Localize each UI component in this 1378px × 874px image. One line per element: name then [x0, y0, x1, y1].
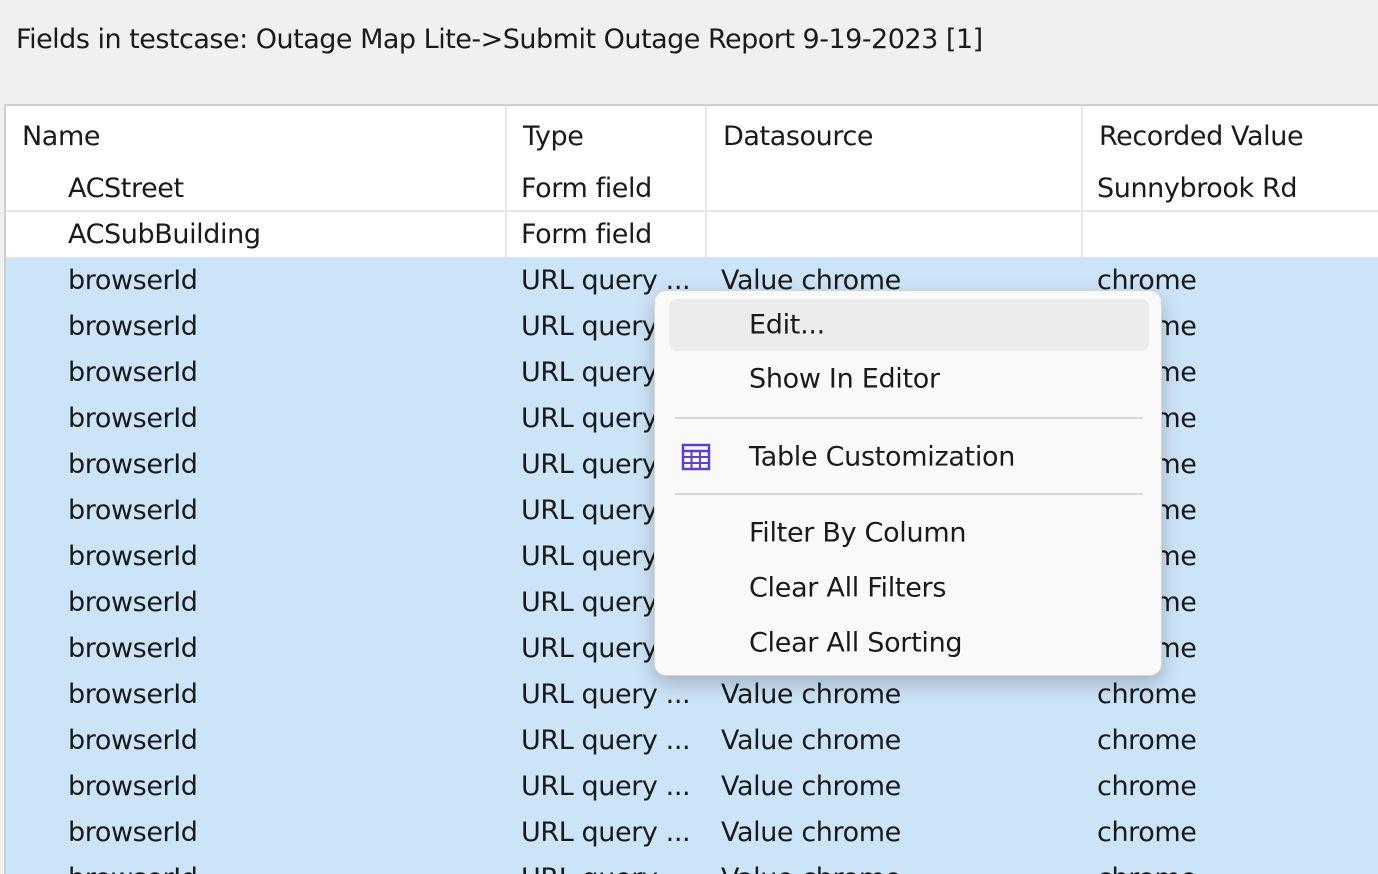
table-header-row: Name Type Datasource Recorded Value	[6, 106, 1378, 166]
column-header-name[interactable]: Name	[6, 106, 507, 166]
cell-recorded-value	[1082, 211, 1378, 258]
menu-item-table-customization[interactable]: Table Customization	[669, 431, 1149, 483]
cell-type: URL query ...	[506, 763, 707, 810]
cell-datasource: Value chrome	[706, 763, 1083, 810]
cell-name: browserId	[6, 441, 507, 488]
cell-type: Form field	[506, 211, 707, 258]
menu-item-edit[interactable]: Edit...	[669, 299, 1149, 351]
menu-item-label: Show In Editor	[749, 363, 940, 395]
cell-datasource: Value chrome	[706, 809, 1083, 856]
cell-name: browserId	[6, 763, 507, 810]
cell-type: Form field	[506, 166, 707, 212]
table-row[interactable]: ACSubBuilding Form field	[6, 211, 1378, 258]
cell-name: browserId	[6, 395, 507, 442]
cell-name: browserId	[6, 487, 507, 534]
cell-name: ACSubBuilding	[6, 211, 507, 258]
menu-item-label: Clear All Filters	[749, 572, 947, 604]
menu-item-filter-by-column[interactable]: Filter By Column	[669, 507, 1149, 559]
menu-item-label: Edit...	[749, 309, 825, 341]
cell-name: ACStreet	[6, 166, 507, 212]
cell-recorded-value: Sunnybrook Rd	[1082, 166, 1378, 212]
table-row[interactable]: browserIdURL query ...Value chromechrome	[6, 763, 1378, 810]
cell-datasource: Value chrome	[706, 717, 1083, 764]
cell-name: browserId	[6, 303, 507, 350]
cell-name: browserId	[6, 257, 507, 304]
cell-recorded-value: chrome	[1082, 717, 1378, 764]
menu-item-label: Filter By Column	[749, 517, 967, 549]
menu-item-show-in-editor[interactable]: Show In Editor	[669, 353, 1149, 405]
table-row[interactable]: browserIdURL query ...Value chromechrome	[6, 855, 1378, 874]
menu-item-label: Clear All Sorting	[749, 627, 963, 659]
table-row[interactable]: browserIdURL query ...Value chromechrome	[6, 717, 1378, 764]
menu-item-label: Table Customization	[749, 441, 1016, 473]
table-grid-icon	[681, 442, 711, 472]
cell-datasource	[706, 166, 1083, 212]
cell-datasource	[706, 211, 1083, 258]
fields-panel: Fields in testcase: Outage Map Lite->Sub…	[0, 0, 1378, 874]
table-row[interactable]: browserIdURL query ...Value chromechrome	[6, 809, 1378, 856]
cell-datasource: Value chrome	[706, 671, 1083, 718]
cell-type: URL query ...	[506, 671, 707, 718]
cell-recorded-value: chrome	[1082, 763, 1378, 810]
cell-type: URL query ...	[506, 809, 707, 856]
context-menu: Edit... Show In Editor Table Customizati…	[654, 290, 1162, 676]
cell-name: browserId	[6, 625, 507, 672]
cell-recorded-value: chrome	[1082, 809, 1378, 856]
cell-name: browserId	[6, 349, 507, 396]
cell-name: browserId	[6, 671, 507, 718]
table-row[interactable]: ACStreet Form field Sunnybrook Rd	[6, 166, 1378, 212]
menu-separator	[675, 493, 1143, 495]
column-header-type[interactable]: Type	[506, 106, 707, 166]
cell-datasource: Value chrome	[706, 855, 1083, 874]
table-row[interactable]: browserIdURL query ...Value chromechrome	[6, 671, 1378, 718]
cell-name: browserId	[6, 533, 507, 580]
cell-name: browserId	[6, 717, 507, 764]
column-header-recorded-value[interactable]: Recorded Value	[1082, 106, 1378, 166]
cell-name: browserId	[6, 579, 507, 626]
menu-separator	[675, 417, 1143, 419]
cell-name: browserId	[6, 809, 507, 856]
menu-item-clear-all-sorting[interactable]: Clear All Sorting	[669, 617, 1149, 669]
column-header-datasource[interactable]: Datasource	[706, 106, 1083, 166]
panel-header: Fields in testcase: Outage Map Lite->Sub…	[0, 0, 1378, 104]
cell-type: URL query ...	[506, 855, 707, 874]
cell-name: browserId	[6, 855, 507, 874]
cell-recorded-value: chrome	[1082, 855, 1378, 874]
cell-recorded-value: chrome	[1082, 671, 1378, 718]
menu-item-clear-all-filters[interactable]: Clear All Filters	[669, 562, 1149, 614]
cell-type: URL query ...	[506, 717, 707, 764]
panel-title: Fields in testcase: Outage Map Lite->Sub…	[16, 24, 983, 55]
